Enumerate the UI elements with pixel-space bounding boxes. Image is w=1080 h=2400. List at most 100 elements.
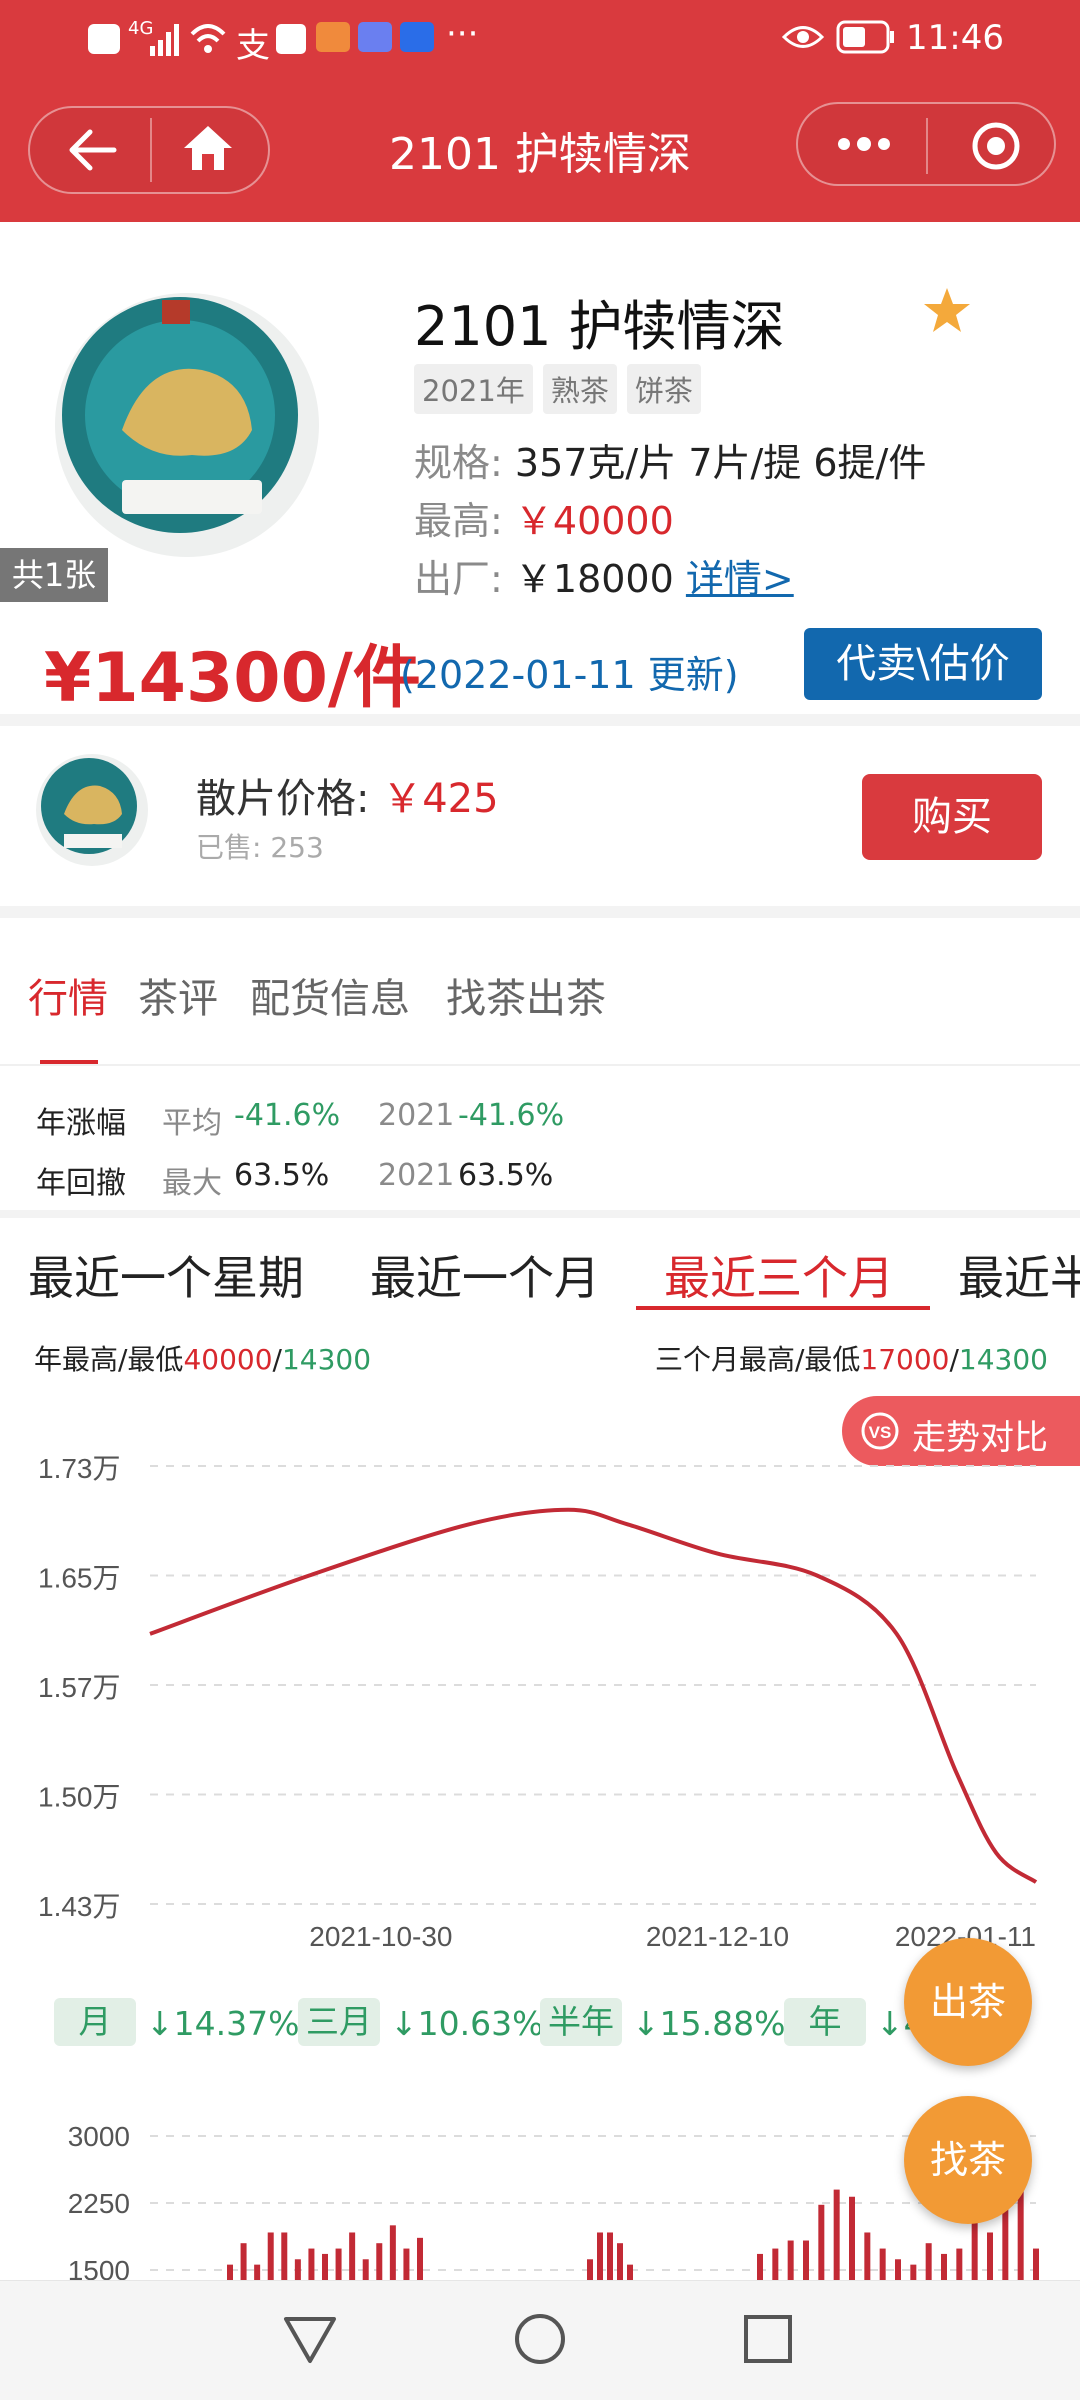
volume-bar [389,2225,396,2280]
back-triangle-icon[interactable] [282,2313,338,2365]
volume-bar [1033,2248,1039,2280]
tab-allocation[interactable]: 配货信息 [250,966,410,1024]
volume-bar [254,2264,261,2280]
tab-indicator [40,1060,98,1064]
volume-bar [322,2253,328,2280]
volume-bar [403,2248,410,2280]
status-time: 11:46 [906,18,1004,58]
bulb-icon [400,22,434,52]
max-value: ￥40000 [514,499,674,543]
volume-bar [227,2264,233,2280]
stat-dd-year-label: 2021 [378,1158,455,1193]
max-label: 最高: [414,499,503,543]
loose-sold: 已售: 253 [196,831,324,864]
tab-review[interactable]: 茶评 [138,966,218,1024]
stat-rise-avg-value: -41.6% [234,1098,341,1133]
bar-y-tick-label: 3000 [68,2121,130,2152]
stat-label-drawdown: 年回撤 [36,1166,126,1201]
hd-icon [88,24,120,54]
range-indicator [636,1306,930,1310]
stat-dd-year-value: 63.5% [458,1158,554,1193]
recents-square-icon[interactable] [742,2313,794,2365]
photo-count-badge[interactable]: 共1张 [0,548,108,602]
close-target-icon[interactable] [970,120,1022,172]
loose-price: ￥425 [382,776,499,822]
stat-rise-avg-label: 平均 [162,1106,222,1141]
change-half-label[interactable]: 半年 [540,1998,622,2046]
app-icon [316,22,350,52]
year-high-low: 年最高/最低40000/14300 [34,1338,371,1378]
home-circle-icon[interactable] [512,2311,568,2367]
change-month-label[interactable]: 月 [54,1998,136,2046]
volume-bar [879,2248,886,2280]
wifi-icon [190,24,226,53]
detail-link[interactable]: 详情> [686,557,794,601]
sell-tea-button[interactable]: 出茶 [904,1938,1032,2066]
change-quarter-label[interactable]: 三月 [298,1998,380,2046]
section-divider [0,714,1080,726]
range-week[interactable]: 最近一个星期 [28,1242,304,1308]
update-note: (2022-01-11 更新) [400,653,739,697]
loose-label: 散片价格: [196,776,370,822]
more-icon[interactable] [836,132,892,156]
volume-bar [362,2259,369,2280]
volume-bar [335,2248,342,2280]
volume-bar [349,2232,356,2280]
stat-rise-year-label: 2021 [378,1098,455,1133]
alipay-icon: 支 [236,26,270,66]
year-hl-label: 年最高/最低 [34,1343,184,1376]
volume-bar [803,2240,809,2280]
range-month[interactable]: 最近一个月 [370,1242,600,1308]
range-tabs: 最近一个星期 最近一个月 最近三个月 最近半 [0,1226,1080,1316]
y-tick-label: 1.43万 [38,1891,121,1922]
product-name: 2101 护犊情深 [414,295,785,358]
loose-price-row: 散片价格: ￥425 [196,766,499,824]
signal-icon [150,24,179,56]
volume-bar [607,2232,613,2280]
change-quarter-value: ↓10.63% [390,2004,544,2043]
product-image[interactable] [52,290,322,560]
volume-bar [864,2232,871,2280]
three-month-high-low: 三个月最高/最低17000/14300 [655,1338,1048,1378]
y-tick-label: 1.73万 [38,1453,121,1484]
music-icon [358,22,392,52]
change-month-value: ↓14.37% [146,2004,300,2043]
three-low: 14300 [958,1343,1048,1376]
bar-y-tick-label: 2250 [68,2188,130,2219]
spec-row: 规格: 357克/片 7片/提 6提/件 [414,432,926,487]
consign-estimate-button[interactable]: 代卖\估价 [804,628,1042,700]
section-divider-3 [0,1210,1080,1218]
stat-dd-max-label: 最大 [162,1166,222,1201]
favorite-star-icon[interactable] [922,286,972,334]
tab-market[interactable]: 行情 [28,966,108,1024]
loose-product-image[interactable] [34,752,150,868]
volume-bar [597,2232,603,2280]
volume-bar [987,2232,993,2280]
battery-icon [836,20,894,54]
factory-value: ￥18000 [514,557,674,601]
y-tick-label: 1.65万 [38,1563,121,1594]
volume-bar [971,2216,978,2280]
find-tea-button[interactable]: 找茶 [904,2096,1032,2224]
change-half-value: ↓15.88% [632,2004,786,2043]
capsule-menu [796,102,1056,186]
change-year-label[interactable]: 年 [784,1998,866,2046]
range-half-year[interactable]: 最近半 [958,1242,1080,1308]
volume-bar [910,2264,917,2280]
range-three-months[interactable]: 最近三个月 [664,1242,894,1308]
book-icon [276,24,306,54]
x-tick-label: 2021-10-30 [309,1921,452,1950]
volume-bar [240,2243,247,2280]
volume-bar [956,2248,963,2280]
buy-button[interactable]: 购买 [862,774,1042,860]
volume-bar [941,2253,947,2280]
x-tick-label: 2021-12-10 [646,1921,789,1950]
tab-bar: 行情 茶评 配货信息 找茶出茶 [0,940,1080,1066]
app-root: 4G 支 ··· 11:46 2101 护犊情深 共1张 2101 护犊情深 2… [0,0,1080,2400]
volume-bar [417,2237,423,2280]
tab-find-sell[interactable]: 找茶出茶 [446,966,606,1024]
three-sep: / [949,1343,959,1376]
factory-row: 出厂: ￥18000 详情> [414,548,794,603]
spec-label: 规格: [414,441,503,485]
volume-bar [294,2259,301,2280]
